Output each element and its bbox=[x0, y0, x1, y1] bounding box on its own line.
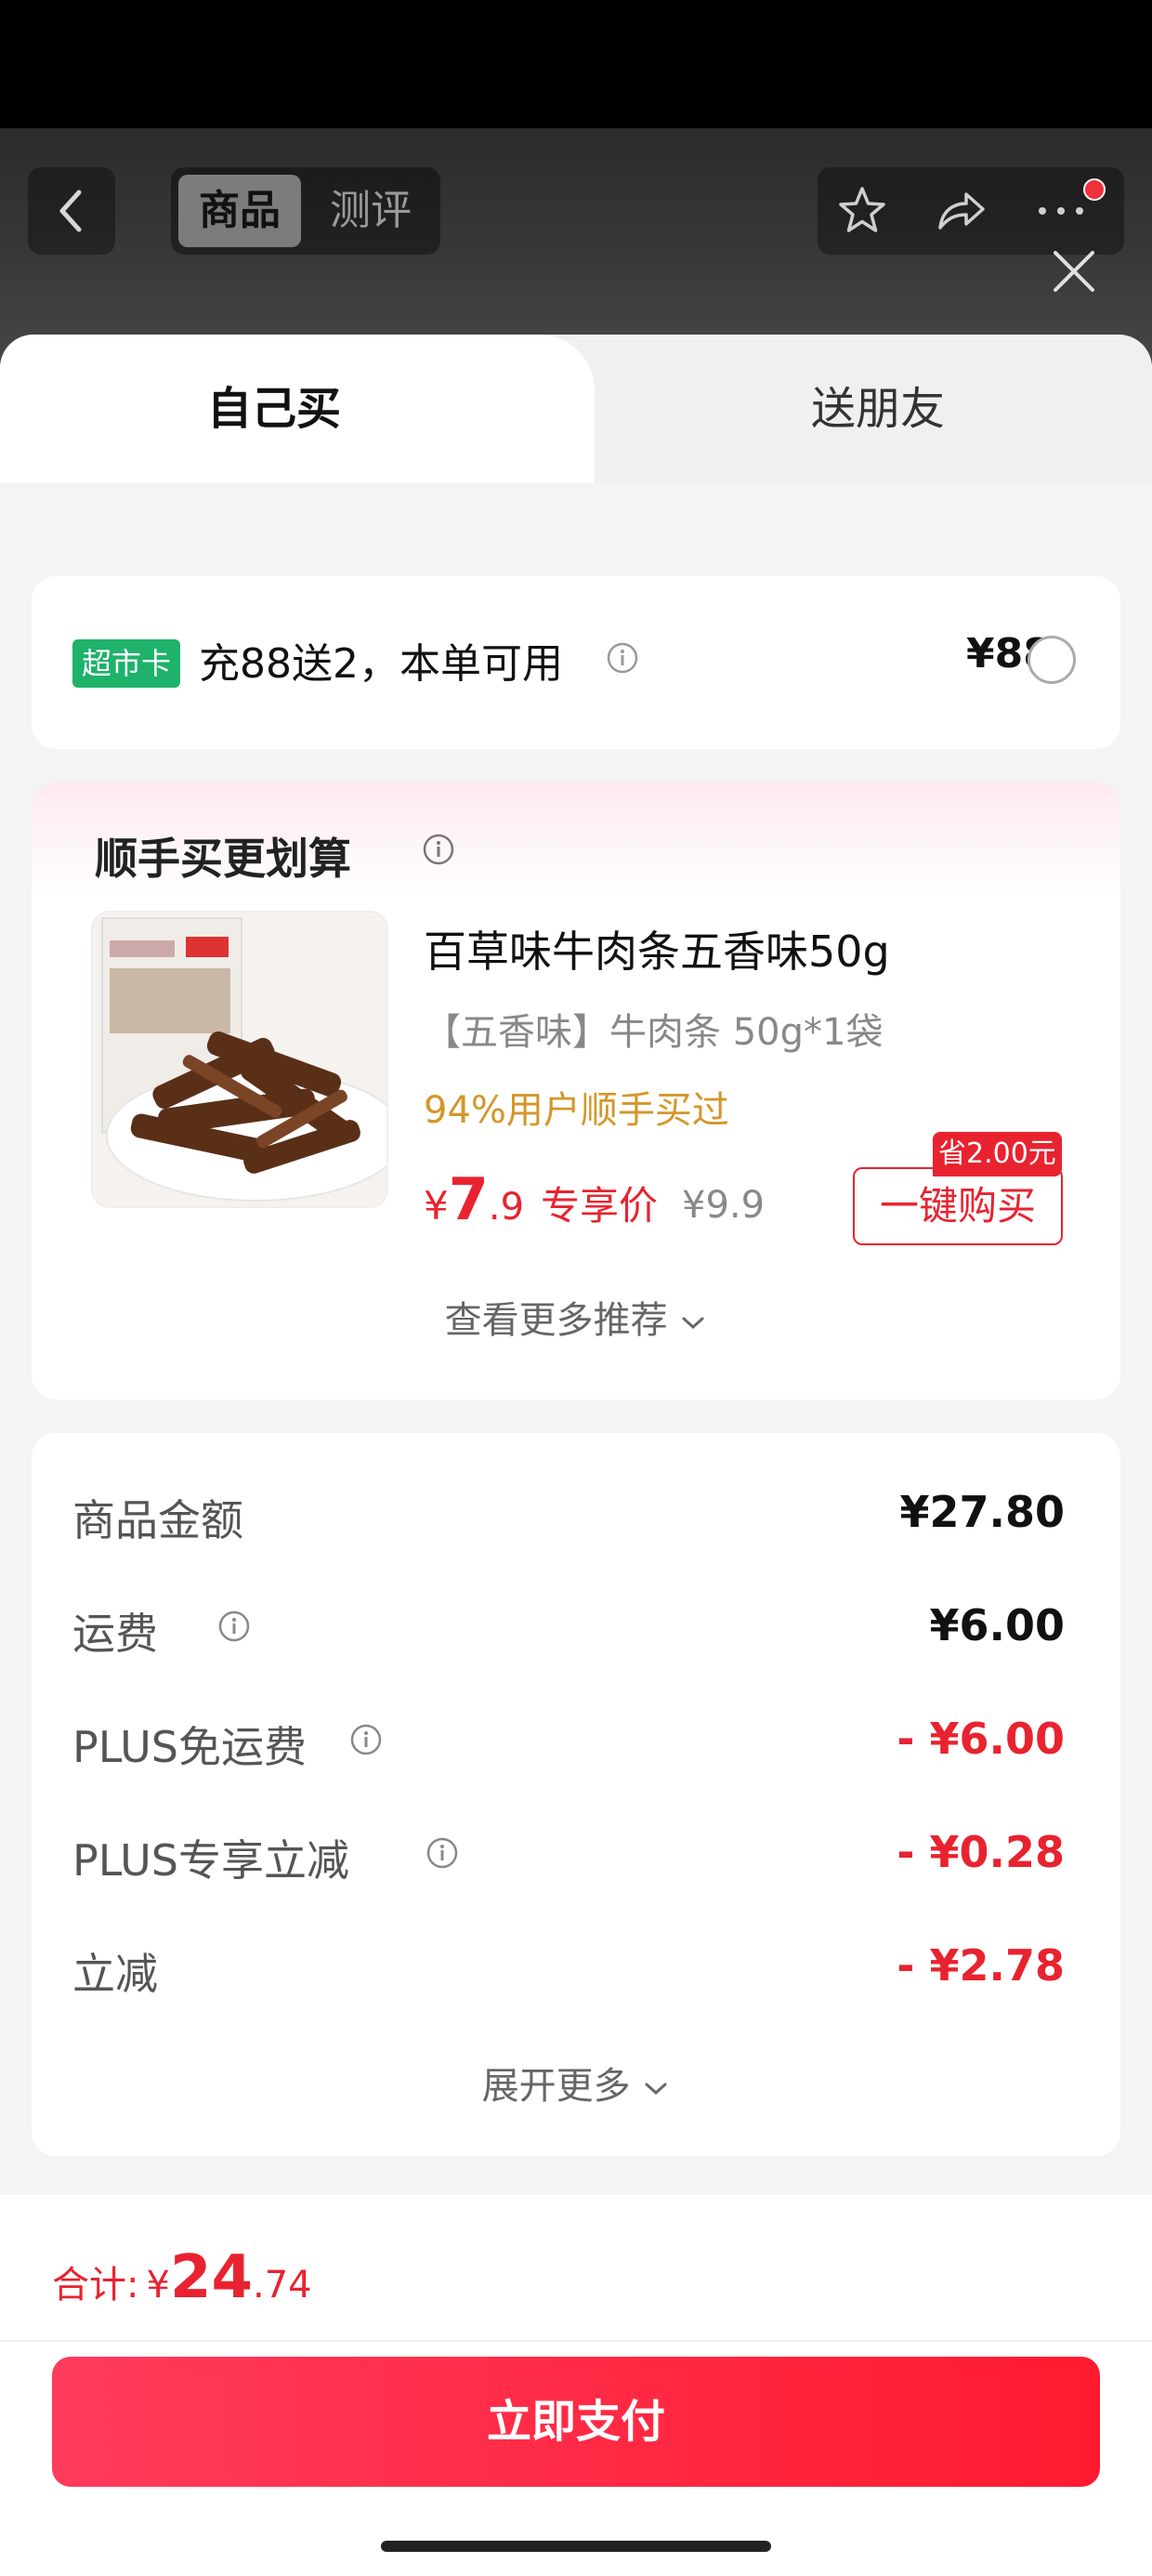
summary-row: PLUS免运费 - ¥6.00 bbox=[72, 1714, 1065, 1788]
beef-jerky-image bbox=[93, 913, 386, 1206]
promo-tag: 超市卡 bbox=[72, 639, 181, 688]
exclusive-price: ¥7.9 专享价 bbox=[424, 1165, 658, 1233]
original-price: ¥9.9 bbox=[682, 1184, 766, 1227]
price-symbol: ¥ bbox=[424, 1183, 449, 1229]
promo-select-radio[interactable] bbox=[1028, 636, 1076, 684]
recommend-title: 顺手买更划算 bbox=[95, 834, 351, 884]
total-integer: 24 bbox=[169, 2243, 253, 2312]
status-bar bbox=[0, 0, 1152, 128]
product-image[interactable] bbox=[91, 911, 388, 1208]
total-amount: 合计: ¥24.74 bbox=[52, 2243, 312, 2312]
tab-product[interactable]: 商品 bbox=[178, 175, 301, 247]
summary-label: 商品金额 bbox=[72, 1495, 243, 1545]
chevron-down-icon bbox=[682, 1317, 704, 1330]
recommend-card: 顺手买更划算 百草味牛肉条五香味50g 【五香味】牛肉条 50g*1袋 94%用… bbox=[32, 782, 1120, 1400]
one-click-buy-button[interactable]: 一键购买 bbox=[853, 1167, 1063, 1245]
chevron-down-icon bbox=[645, 2083, 667, 2096]
summary-value: - ¥6.00 bbox=[897, 1714, 1065, 1764]
summary-label: 运费 bbox=[72, 1609, 158, 1659]
tab-gift-friend[interactable]: 送朋友 bbox=[650, 372, 1106, 437]
product-spec: 【五香味】牛肉条 50g*1袋 bbox=[424, 1011, 884, 1054]
info-icon[interactable] bbox=[217, 1610, 251, 1643]
promo-text: 充88送2，本单可用 bbox=[199, 640, 563, 688]
chevron-left-icon bbox=[59, 190, 82, 232]
pay-now-button[interactable]: 立即支付 bbox=[52, 2357, 1100, 2487]
total-label: 合计: bbox=[52, 2264, 139, 2307]
more-recommendations-label: 查看更多推荐 bbox=[444, 1299, 668, 1342]
supermarket-card-promo[interactable]: 超市卡 充88送2，本单可用 ¥88 bbox=[32, 576, 1120, 749]
back-button[interactable] bbox=[28, 167, 115, 255]
home-indicator[interactable] bbox=[381, 2541, 771, 2552]
star-icon[interactable] bbox=[834, 183, 890, 239]
order-summary-card: 商品金额 ¥27.80 运费 ¥6.00 PLUS免运费 - ¥6.00 PLU… bbox=[32, 1433, 1120, 2156]
info-icon[interactable] bbox=[422, 833, 455, 866]
summary-row: 立减 - ¥2.78 bbox=[72, 1940, 1065, 2015]
nav-actions bbox=[818, 167, 1124, 255]
price-integer: 7 bbox=[448, 1165, 489, 1233]
price-decimal: .9 bbox=[488, 1186, 525, 1229]
info-icon[interactable] bbox=[606, 641, 639, 675]
sheet-tabbar: 自己买 送朋友 bbox=[0, 335, 1152, 493]
total-symbol: ¥ bbox=[146, 2264, 170, 2307]
info-icon[interactable] bbox=[349, 1723, 383, 1756]
summary-row: 商品金额 ¥27.80 bbox=[72, 1487, 1065, 1561]
summary-value: ¥6.00 bbox=[929, 1600, 1065, 1650]
more-recommendations-link[interactable]: 查看更多推荐 bbox=[32, 1290, 1120, 1344]
expand-more-label: 展开更多 bbox=[481, 2065, 631, 2108]
tab-self-buy-label: 自己买 bbox=[206, 383, 341, 435]
summary-label: PLUS免运费 bbox=[72, 1722, 307, 1772]
price-label: 专享价 bbox=[541, 1183, 659, 1229]
checkout-bottom-bar: 合计: ¥24.74 立即支付 bbox=[0, 2195, 1152, 2576]
summary-value: ¥27.80 bbox=[899, 1487, 1065, 1537]
more-icon[interactable] bbox=[1033, 183, 1089, 239]
summary-row: PLUS专享立减 - ¥0.28 bbox=[72, 1827, 1065, 1901]
social-proof: 94%用户顺手买过 bbox=[424, 1089, 729, 1132]
tab-self-buy[interactable]: 自己买 bbox=[0, 335, 595, 493]
total-decimal: .74 bbox=[253, 2264, 312, 2307]
summary-label: 立减 bbox=[72, 1949, 158, 1999]
info-icon[interactable] bbox=[425, 1836, 459, 1870]
summary-value: - ¥2.78 bbox=[897, 1940, 1065, 1991]
close-icon[interactable] bbox=[1046, 243, 1102, 299]
tab-review[interactable]: 测评 bbox=[310, 175, 431, 247]
notification-dot bbox=[1083, 178, 1106, 201]
product-nav-tabs: 商品 测评 bbox=[171, 167, 440, 255]
expand-more-link[interactable]: 展开更多 bbox=[32, 2056, 1120, 2109]
share-icon[interactable] bbox=[933, 183, 988, 239]
summary-value: - ¥0.28 bbox=[897, 1827, 1065, 1877]
summary-label: PLUS专享立减 bbox=[72, 1835, 349, 1886]
summary-row: 运费 ¥6.00 bbox=[72, 1600, 1065, 1675]
save-badge: 省2.00元 bbox=[933, 1132, 1062, 1176]
divider bbox=[0, 2340, 1152, 2342]
product-name[interactable]: 百草味牛肉条五香味50g bbox=[424, 918, 890, 979]
